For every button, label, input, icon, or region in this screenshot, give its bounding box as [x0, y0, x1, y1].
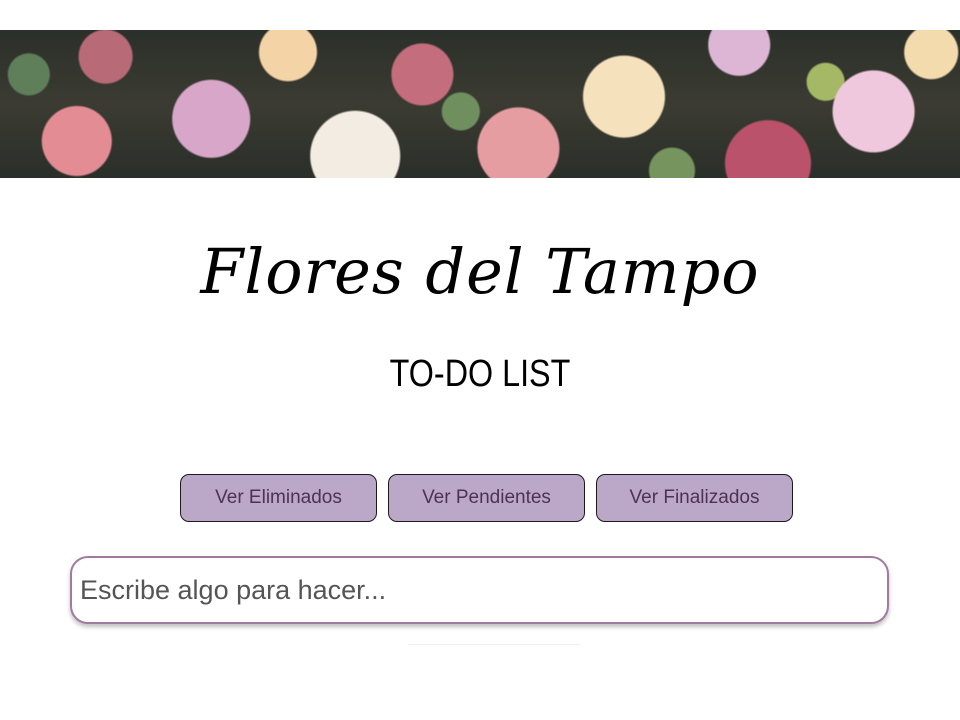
- page: Flores del Tampo TO-DO LIST Ver Eliminad…: [0, 0, 960, 720]
- view-deleted-button[interactable]: Ver Eliminados: [180, 474, 377, 522]
- view-finished-button[interactable]: Ver Finalizados: [596, 474, 793, 522]
- task-input[interactable]: [72, 558, 887, 622]
- view-pending-button[interactable]: Ver Pendientes: [388, 474, 585, 522]
- divider: [408, 644, 580, 645]
- page-subtitle: TO-DO LIST: [389, 353, 571, 395]
- page-title: Flores del Tampo: [200, 235, 760, 308]
- floral-banner-image: [0, 30, 960, 178]
- filter-button-group: Ver Eliminados Ver Pendientes Ver Finali…: [180, 474, 800, 524]
- task-input-container: [70, 556, 889, 624]
